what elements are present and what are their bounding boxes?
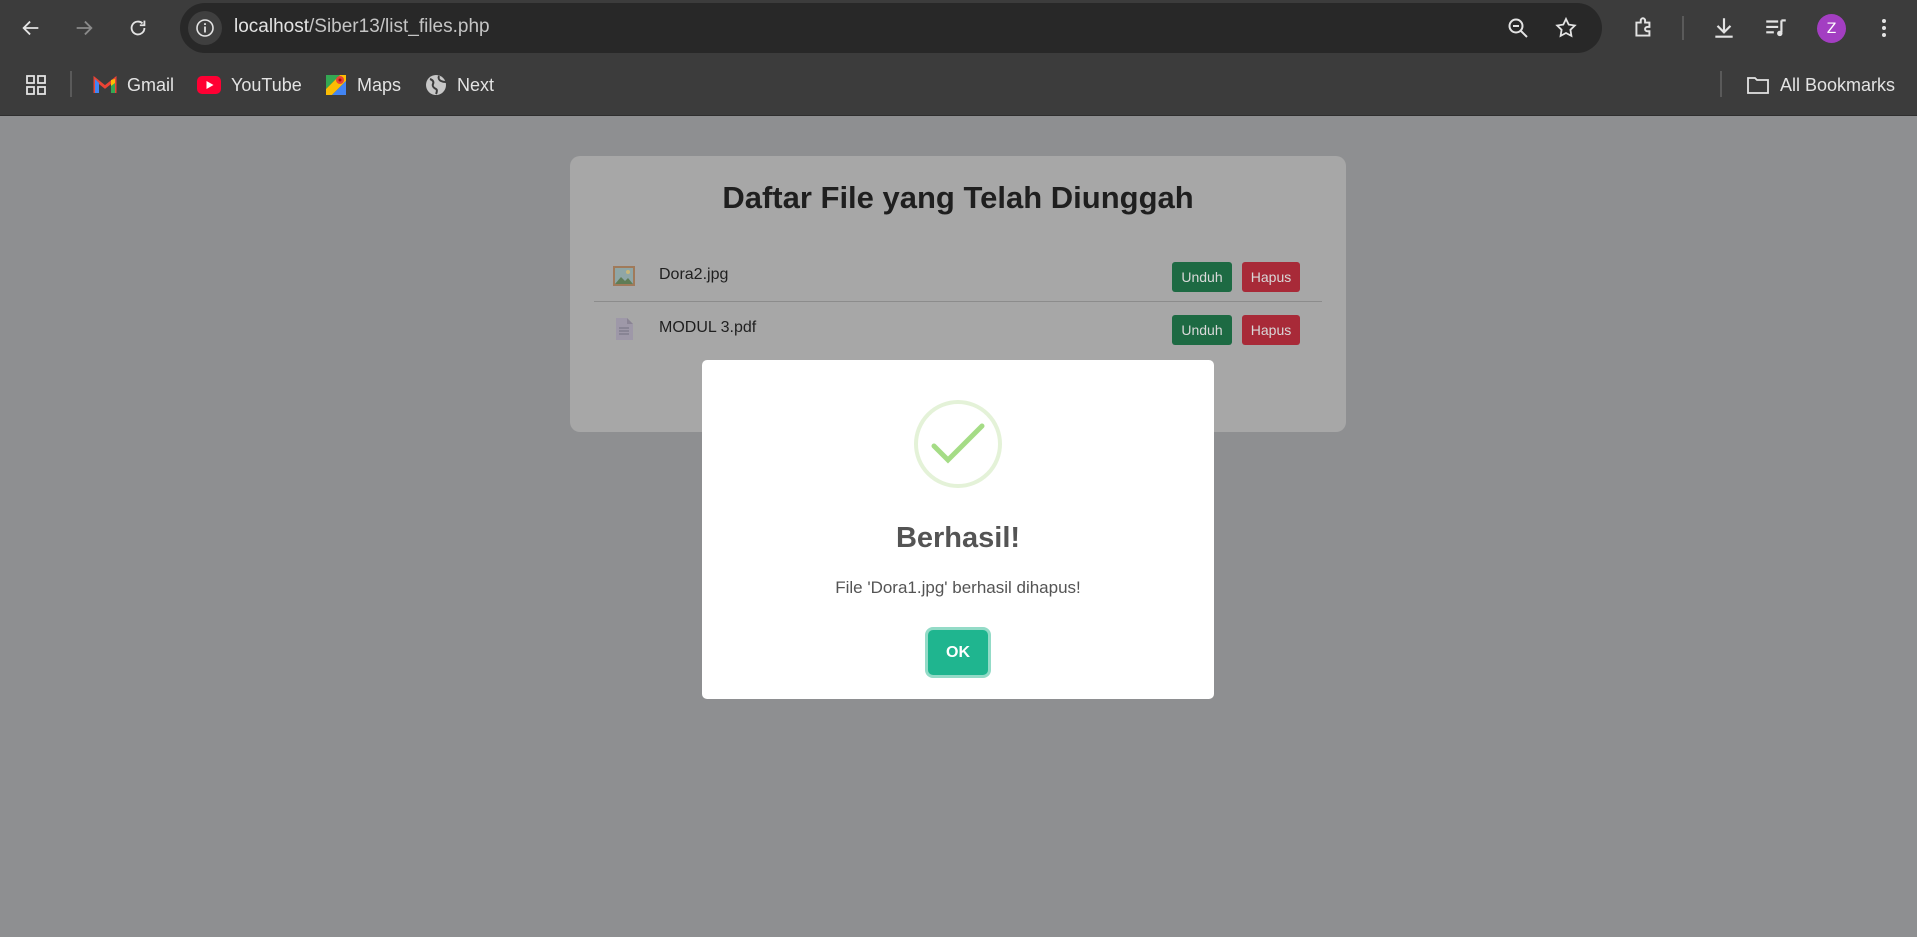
reload-button[interactable] <box>122 12 154 44</box>
delete-button[interactable]: Hapus <box>1242 315 1300 345</box>
url-path: /Siber13/list_files.php <box>309 16 490 37</box>
back-button[interactable] <box>15 12 47 44</box>
bookmarks-divider <box>1720 71 1722 97</box>
ok-button[interactable]: OK <box>928 630 988 675</box>
check-mark <box>931 423 985 464</box>
page-title: Daftar File yang Telah Diunggah <box>722 180 1194 215</box>
success-check-icon <box>914 400 1002 488</box>
all-bookmarks-button[interactable]: All Bookmarks <box>1746 70 1895 100</box>
url-text[interactable]: localhost/Siber13/list_files.php <box>234 16 490 38</box>
file-name: MODUL 3.pdf <box>659 319 757 336</box>
dialog-message: File 'Dora1.jpg' berhasil dihapus! <box>835 578 1081 597</box>
bookmark-gmail[interactable]: Gmail <box>93 70 174 100</box>
profile-avatar[interactable]: Z <box>1817 14 1846 43</box>
folder-icon <box>1747 77 1769 94</box>
file-row: MODUL 3.pdf Unduh Hapus <box>594 303 1322 355</box>
apps-grid-icon <box>26 75 46 95</box>
globe-icon <box>426 75 447 95</box>
browser-menu-button[interactable] <box>1870 14 1898 42</box>
file-name: Dora2.jpg <box>659 266 729 283</box>
puzzle-icon <box>1635 17 1651 37</box>
dialog-title: Berhasil! <box>895 522 1021 554</box>
url-host: localhost <box>234 16 309 37</box>
back-arrow-icon <box>22 20 39 36</box>
forward-button[interactable] <box>68 12 100 44</box>
bookmarks-bar: Gmail YouTube Maps Next All Bookmarks <box>0 56 1917 116</box>
download-button[interactable]: Unduh <box>1172 262 1232 292</box>
media-controls-button[interactable] <box>1762 14 1790 42</box>
image-file-icon <box>613 266 635 286</box>
forward-arrow-icon <box>76 20 93 36</box>
downloads-button[interactable] <box>1710 14 1738 42</box>
bookmark-label: Next <box>457 74 495 95</box>
zoom-icon[interactable] <box>1506 16 1530 40</box>
playlist-music-icon <box>1766 19 1786 37</box>
address-bar[interactable]: localhost/Siber13/list_files.php <box>180 3 1602 53</box>
more-vert-icon <box>1882 19 1886 37</box>
maps-icon <box>326 75 346 95</box>
bookmark-label: YouTube <box>231 74 302 95</box>
reload-icon <box>130 20 146 36</box>
bookmark-next[interactable]: Next <box>425 70 494 100</box>
bookmark-label: Maps <box>357 74 402 95</box>
browser-toolbar: localhost/Siber13/list_files.php Z <box>0 0 1917 56</box>
apps-button[interactable] <box>24 70 48 100</box>
extensions-button[interactable] <box>1630 14 1658 42</box>
delete-button[interactable]: Hapus <box>1242 262 1300 292</box>
bookmarks-divider <box>70 71 72 97</box>
download-button[interactable]: Unduh <box>1172 315 1232 345</box>
toolbar-divider <box>1682 16 1684 40</box>
bookmark-youtube[interactable]: YouTube <box>197 70 302 100</box>
bookmark-maps[interactable]: Maps <box>325 70 401 100</box>
gmail-icon <box>93 75 117 93</box>
success-dialog: Berhasil! File 'Dora1.jpg' berhasil diha… <box>702 360 1214 699</box>
document-file-icon <box>616 318 633 340</box>
download-icon <box>1715 18 1733 38</box>
site-info-button[interactable] <box>188 11 222 45</box>
bookmark-label: Gmail <box>127 74 175 95</box>
bookmark-star-icon[interactable] <box>1554 16 1578 40</box>
info-icon <box>196 19 214 37</box>
youtube-icon <box>197 76 221 94</box>
all-bookmarks-label: All Bookmarks <box>1780 74 1896 95</box>
file-row: Dora2.jpg Unduh Hapus <box>594 250 1322 302</box>
